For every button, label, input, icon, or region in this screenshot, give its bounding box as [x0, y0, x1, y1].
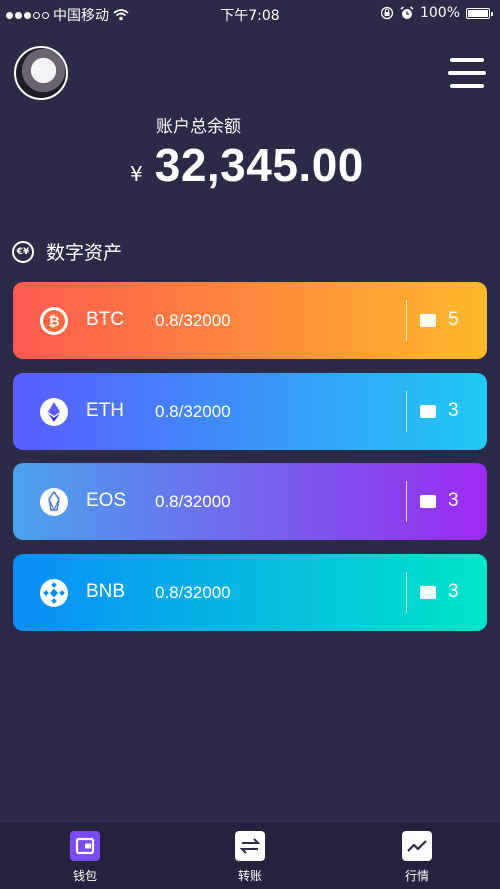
coin-symbol: ETH	[86, 400, 124, 421]
market-chart-tab-icon	[402, 831, 432, 861]
battery-icon	[466, 7, 493, 19]
card-divider	[406, 391, 407, 432]
wallet-count: 3	[448, 490, 459, 511]
asset-card-eos[interactable]: EOS 0.8/32000 3	[13, 463, 487, 540]
transfer-tab-icon	[235, 831, 265, 861]
coin-symbol: BTC	[86, 309, 124, 330]
menu-line	[448, 71, 486, 75]
battery-fill	[468, 9, 488, 17]
coin-amount: 0.8/32000	[155, 583, 231, 602]
tab-wallet[interactable]: 钱包	[55, 831, 115, 884]
battery-percent: 100%	[419, 5, 460, 21]
hamburger-menu-icon[interactable]	[448, 58, 486, 88]
asset-card-bnb[interactable]: BNB 0.8/32000 3	[13, 554, 487, 631]
tab-label: 行情	[404, 869, 429, 883]
wallet-count: 5	[448, 309, 459, 330]
balance-label: 账户总余额	[156, 117, 241, 137]
bitcoin-icon: ₿	[40, 307, 68, 335]
wallet-icon	[420, 586, 436, 599]
eos-icon	[40, 488, 68, 516]
card-divider	[406, 300, 407, 341]
currency-exchange-icon: €¥	[12, 240, 34, 263]
card-divider	[406, 572, 407, 613]
tab-label: 转账	[237, 869, 262, 883]
coin-symbol: EOS	[86, 490, 127, 511]
avatar[interactable]	[14, 46, 68, 100]
wallet-icon	[420, 405, 436, 418]
coin-symbol: BNB	[86, 581, 126, 602]
status-right: 100%	[380, 5, 493, 21]
status-bar: 中国移动 下午7:08 100%	[0, 0, 500, 26]
coin-amount: 0.8/32000	[155, 311, 231, 330]
tab-transfer[interactable]: 转账	[220, 831, 280, 884]
wallet-icon	[420, 495, 436, 508]
card-divider	[406, 481, 407, 522]
total-balance: 32,345.00	[154, 139, 364, 191]
coin-amount: 0.8/32000	[155, 492, 231, 511]
wallet-count: 3	[448, 581, 459, 602]
asset-card-eth[interactable]: ETH 0.8/32000 3	[13, 373, 487, 450]
orientation-lock-icon	[380, 6, 394, 20]
balance-display: ¥ 32,345.00	[130, 138, 364, 192]
wallet-count: 3	[448, 400, 459, 421]
wallet-tab-icon	[70, 831, 100, 861]
menu-line	[450, 58, 484, 62]
tab-market[interactable]: 行情	[387, 831, 447, 884]
alarm-icon	[400, 6, 414, 19]
menu-line	[450, 84, 484, 88]
currency-symbol: ¥	[130, 162, 143, 186]
section-title: 数字资产	[46, 242, 123, 264]
coin-amount: 0.8/32000	[155, 402, 231, 421]
asset-card-btc[interactable]: ₿ BTC 0.8/32000 5	[13, 282, 487, 359]
digital-assets-header: €¥ 数字资产	[12, 238, 122, 265]
binance-icon	[40, 579, 68, 607]
svg-text:₿: ₿	[48, 314, 59, 330]
bottom-tab-bar: 钱包 转账 行情	[0, 823, 500, 889]
tab-label: 钱包	[72, 869, 97, 883]
ethereum-icon	[40, 398, 68, 426]
wallet-icon	[420, 314, 436, 327]
